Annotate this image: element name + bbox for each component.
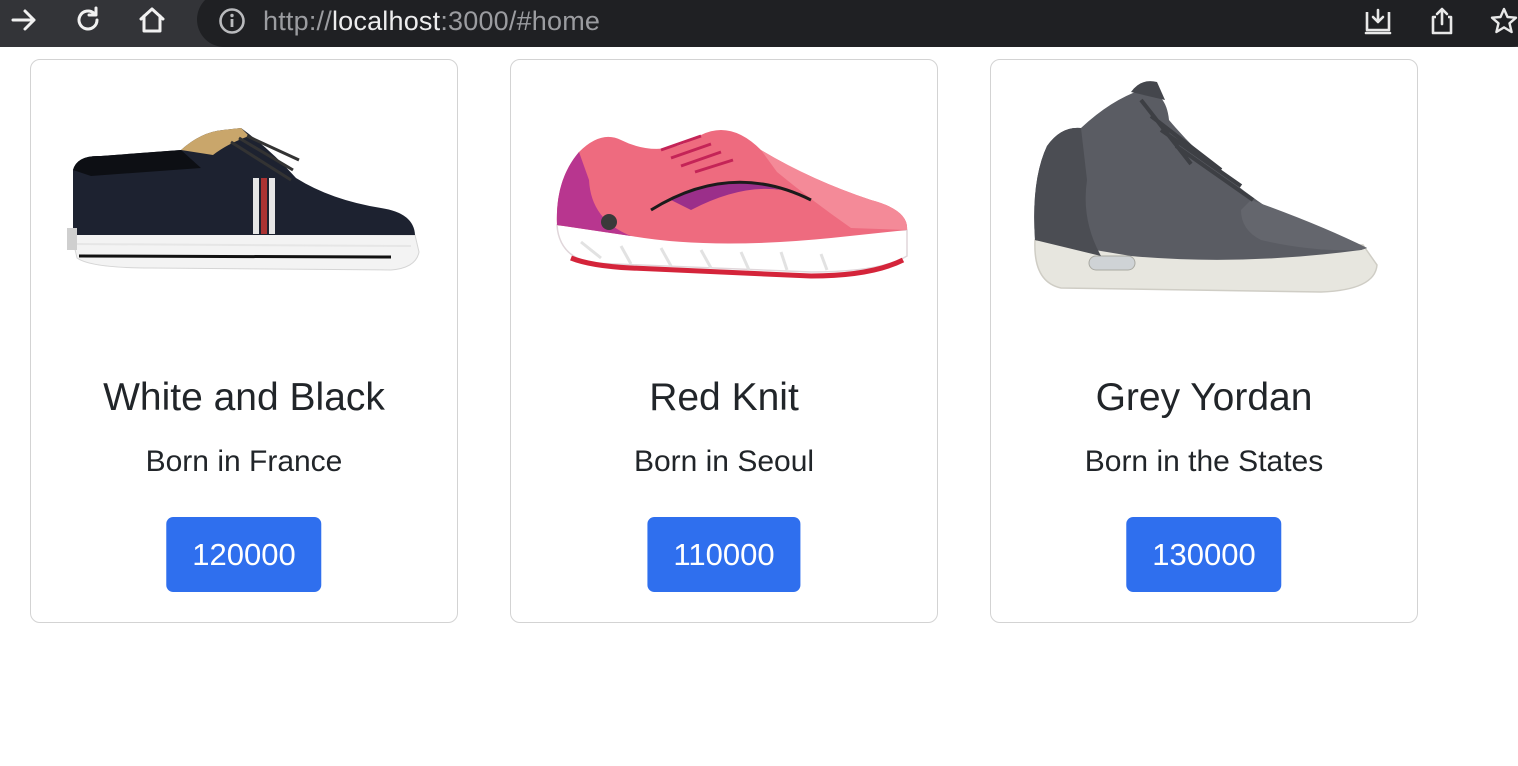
product-card: White and Black Born in France 120000 xyxy=(30,59,458,623)
install-icon[interactable] xyxy=(1362,5,1394,37)
info-icon[interactable] xyxy=(218,7,246,35)
share-icon[interactable] xyxy=(1426,5,1458,37)
reload-icon[interactable] xyxy=(70,4,106,36)
home-icon[interactable] xyxy=(134,4,170,36)
sneaker-grey-yordan-icon xyxy=(991,60,1417,350)
url-scheme: http:// xyxy=(263,6,332,36)
sneaker-red-knit-icon xyxy=(511,60,937,350)
browser-toolbar: http://localhost:3000/#home xyxy=(0,0,1518,47)
product-title: Grey Yordan xyxy=(1095,376,1313,419)
product-title: White and Black xyxy=(103,376,385,419)
url-path: :3000/#home xyxy=(440,6,601,36)
url-text[interactable]: http://localhost:3000/#home xyxy=(263,4,600,38)
url-host: localhost xyxy=(331,6,441,36)
price-button[interactable]: 130000 xyxy=(1126,517,1282,592)
forward-icon[interactable] xyxy=(6,4,42,36)
product-title: Red Knit xyxy=(649,376,799,419)
product-description: Born in Seoul xyxy=(633,445,815,478)
bookmark-star-icon[interactable] xyxy=(1488,5,1518,37)
sneaker-white-black-icon xyxy=(31,60,457,350)
product-card: Grey Yordan Born in the States 130000 xyxy=(990,59,1418,623)
price-button[interactable]: 110000 xyxy=(647,517,801,592)
product-card: Red Knit Born in Seoul 110000 xyxy=(510,59,938,623)
product-description: Born in the States xyxy=(1084,445,1324,478)
product-description: Born in France xyxy=(145,445,343,478)
price-button[interactable]: 120000 xyxy=(166,517,322,592)
